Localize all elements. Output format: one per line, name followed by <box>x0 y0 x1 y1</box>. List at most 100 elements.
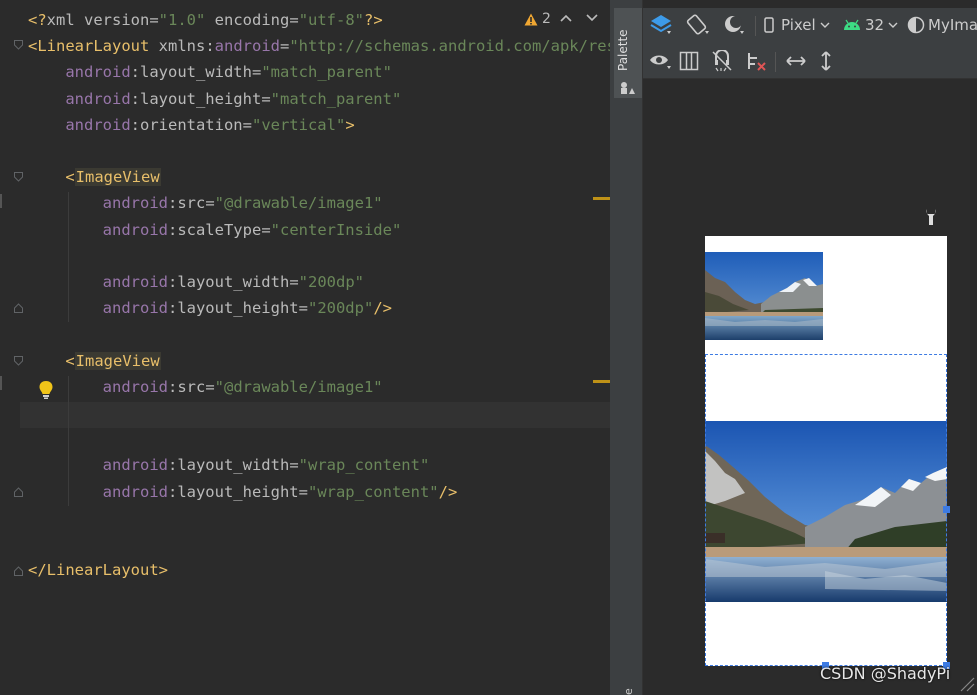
code-token: android <box>102 220 168 239</box>
warning-stripe-marker[interactable] <box>593 380 610 383</box>
component-tree-tab[interactable]: e <box>622 675 636 695</box>
code-line[interactable]: android:layout_height="match_parent" <box>28 86 401 112</box>
code-token: = <box>289 456 299 475</box>
code-token: :layout_width <box>130 63 252 82</box>
code-line[interactable]: android:layout_width="wrap_content" <box>28 452 430 478</box>
theme-name: MyIma <box>928 16 977 34</box>
editor-gutter[interactable] <box>0 0 20 695</box>
code-token: android <box>102 482 168 501</box>
code-token: = <box>298 482 308 501</box>
phone-icon <box>764 17 774 33</box>
change-marker <box>0 376 2 390</box>
code-token: :layout_height <box>167 482 299 501</box>
design-surface-icon[interactable] <box>649 8 673 42</box>
code-token: :layout_height <box>167 299 299 318</box>
code-token: /> <box>438 482 458 501</box>
change-marker <box>0 194 2 208</box>
api-level-selector[interactable]: 32 <box>843 8 898 42</box>
theme-selector[interactable]: MyIma <box>907 8 977 42</box>
layout-columns-icon[interactable] <box>679 44 699 78</box>
palette-tab[interactable]: Palette <box>614 8 642 98</box>
code-token: "1.0" <box>158 11 206 29</box>
night-mode-icon[interactable] <box>723 8 747 42</box>
code-token: = <box>242 115 252 134</box>
code-editor[interactable]: <?xml version="1.0" encoding="utf-8"?> <L… <box>0 0 610 695</box>
fold-open-icon[interactable] <box>14 172 23 182</box>
expand-horizontal-icon[interactable] <box>785 44 807 78</box>
code-line[interactable]: android:layout_width="match_parent" <box>28 59 392 85</box>
code-token: : <box>205 37 215 56</box>
code-line[interactable]: android:layout_height="200dp"/> <box>28 295 392 321</box>
current-line-highlight <box>20 402 610 428</box>
code-line[interactable]: </LinearLayout> <box>28 557 168 583</box>
design-toolbar: Pixel 32 MyIma <box>643 8 977 44</box>
selected-image-view-bounds[interactable] <box>705 354 947 666</box>
code-token: android <box>102 194 168 213</box>
code-token: < <box>65 168 75 187</box>
expand-vertical-icon[interactable] <box>819 44 833 78</box>
palette-tool-strip: Palette e <box>614 0 643 695</box>
code-token: :src <box>167 377 206 396</box>
code-token: < <box>65 351 75 370</box>
code-token: encoding <box>205 11 290 29</box>
code-token: = <box>251 63 262 82</box>
image-view-small[interactable] <box>705 252 823 340</box>
code-line[interactable]: android:layout_height="wrap_content"/> <box>28 479 458 505</box>
design-toolbar-secondary <box>643 44 977 79</box>
chevron-down-icon <box>820 22 830 28</box>
code-token: ImageView <box>74 351 161 370</box>
code-line[interactable]: <ImageView <box>28 164 161 190</box>
code-token: = <box>261 89 271 108</box>
code-line[interactable]: android:scaleType="centerInside" <box>28 217 402 243</box>
resize-grip-icon[interactable] <box>959 676 975 695</box>
warning-indicator[interactable]: 2 <box>524 11 551 27</box>
chevron-down-icon[interactable] <box>586 10 598 26</box>
code-token: "@drawable/image1" <box>214 377 383 396</box>
fold-close-icon[interactable] <box>14 566 23 576</box>
fold-close-icon[interactable] <box>14 487 23 497</box>
code-line[interactable]: android:src="@drawable/image1" <box>28 374 383 400</box>
watermark-text: CSDN @ShadyPi <box>820 664 951 683</box>
wrench-icon[interactable] <box>924 208 938 230</box>
orientation-icon[interactable] <box>685 8 711 42</box>
chevron-down-icon <box>888 22 898 28</box>
code-token: "utf-8" <box>298 11 365 29</box>
device-selector[interactable]: Pixel <box>763 8 830 42</box>
fold-close-icon[interactable] <box>14 303 23 313</box>
view-options-icon[interactable] <box>649 44 673 78</box>
design-panel: Pixel 32 MyIma CSDN @ShadyPi <box>643 0 977 695</box>
code-token: /> <box>373 299 392 318</box>
theme-icon <box>907 16 925 34</box>
chevron-up-icon[interactable] <box>560 10 572 26</box>
warning-stripe-marker[interactable] <box>593 197 610 200</box>
code-line[interactable]: android:layout_width="200dp" <box>28 269 364 295</box>
code-token: android <box>214 37 280 56</box>
code-line[interactable]: android:orientation="vertical"> <box>28 112 354 138</box>
code-token: android <box>65 63 131 82</box>
fold-open-icon[interactable] <box>14 356 23 366</box>
resize-handle-right[interactable] <box>943 506 950 513</box>
magnet-off-icon[interactable] <box>711 44 733 78</box>
warning-count: 2 <box>542 11 551 27</box>
code-line[interactable]: <LinearLayout xmlns:android="http://sche… <box>28 33 610 59</box>
lightbulb-icon[interactable] <box>38 380 54 404</box>
code-line[interactable]: <?xml version="1.0" encoding="utf-8"?> <box>28 7 383 33</box>
code-token: android <box>102 456 168 475</box>
code-token: android <box>102 273 168 291</box>
code-line[interactable]: <ImageView <box>28 348 161 374</box>
code-token: </ <box>28 561 47 580</box>
code-token: android <box>102 299 168 318</box>
code-line[interactable]: android:src="@drawable/image1" <box>28 190 383 216</box>
code-token: LinearLayout <box>37 37 150 56</box>
code-token: = <box>205 377 215 396</box>
fold-open-icon[interactable] <box>14 40 23 50</box>
code-token: ?> <box>364 11 383 29</box>
clear-constraints-icon[interactable] <box>745 44 767 78</box>
